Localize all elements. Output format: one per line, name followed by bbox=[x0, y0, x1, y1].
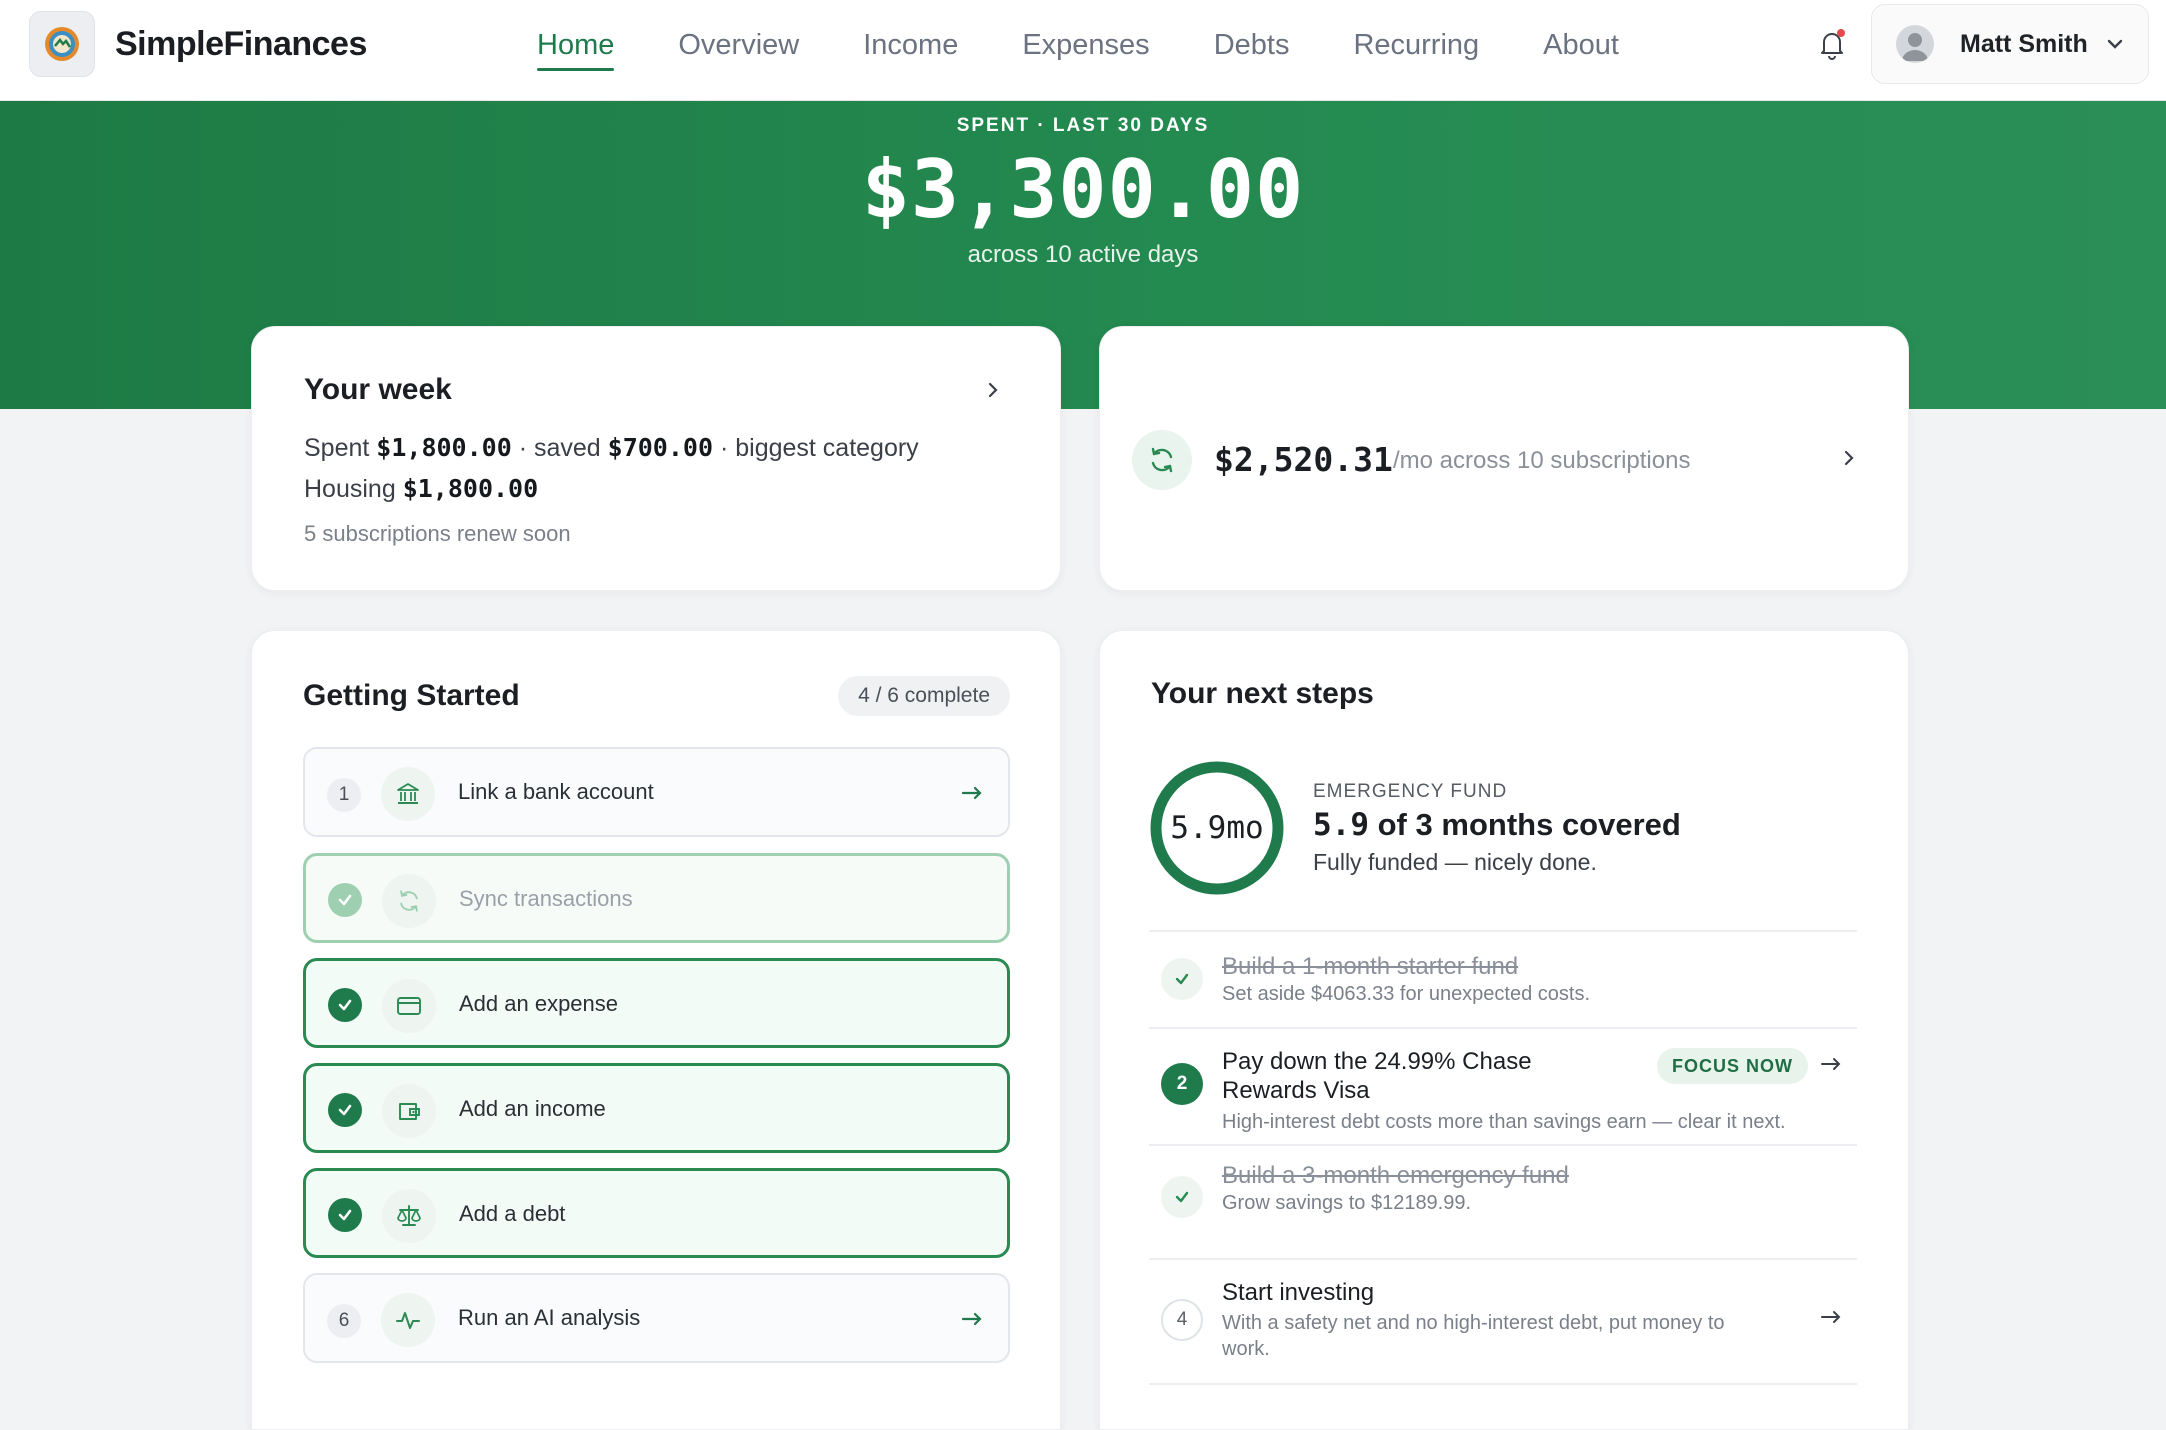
arrow-right-icon[interactable] bbox=[1819, 1052, 1843, 1081]
notification-bell-icon[interactable] bbox=[1812, 24, 1852, 64]
saved-amount: $700.00 bbox=[607, 433, 714, 462]
step-number: 4 bbox=[1161, 1299, 1203, 1341]
hero-amount: $3,300.00 bbox=[861, 143, 1305, 236]
arrow-right-icon bbox=[960, 1307, 984, 1336]
emergency-fund-ring: 5.9mo bbox=[1149, 760, 1285, 896]
step-label: Sync transactions bbox=[459, 886, 633, 911]
card-title: Your next steps bbox=[1151, 677, 1374, 710]
credit-card-icon bbox=[382, 979, 436, 1033]
chevron-right-icon[interactable] bbox=[1838, 447, 1860, 474]
focus-now-pill: FOCUS NOW bbox=[1657, 1048, 1808, 1084]
arrow-right-icon[interactable] bbox=[1819, 1305, 1843, 1334]
wallet-icon bbox=[382, 1084, 436, 1138]
avatar bbox=[1896, 25, 1934, 63]
card-title: Getting Started bbox=[303, 679, 520, 712]
covered-value: 5.9 bbox=[1313, 807, 1369, 843]
ring-label: 5.9mo bbox=[1170, 810, 1264, 846]
step-title: Start investing bbox=[1222, 1279, 1375, 1306]
step-title-line-1: Pay down the 24.99% Chase bbox=[1222, 1048, 1532, 1075]
step-title: Build a 3-month emergency fund bbox=[1222, 1162, 1569, 1189]
spent-amount: $1,800.00 bbox=[376, 433, 512, 462]
next-step-item[interactable]: Build a 3-month emergency fund Grow savi… bbox=[1149, 1144, 1857, 1258]
step-title-line-2: Rewards Visa bbox=[1222, 1077, 1370, 1104]
step-description: High-interest debt costs more than savin… bbox=[1222, 1111, 1786, 1133]
nav-about[interactable]: About bbox=[1543, 0, 1619, 101]
step-sync-transactions[interactable]: Sync transactions bbox=[303, 853, 1010, 943]
your-week-card[interactable]: Your week Spent $1,800.00 · saved $700.0… bbox=[251, 326, 1061, 591]
bank-icon bbox=[381, 767, 435, 821]
scale-icon bbox=[382, 1189, 436, 1243]
app-name: SimpleFinances bbox=[115, 24, 367, 63]
activity-icon bbox=[381, 1293, 435, 1347]
step-number: 2 bbox=[1161, 1063, 1203, 1105]
step-label: Run an AI analysis bbox=[458, 1305, 641, 1330]
user-name: Matt Smith bbox=[1960, 29, 2088, 58]
step-run-ai-analysis[interactable]: 6 Run an AI analysis bbox=[303, 1273, 1010, 1363]
step-description-line-2: work. bbox=[1222, 1338, 1270, 1360]
nav-overview[interactable]: Overview bbox=[678, 0, 799, 101]
progress-badge: 4 / 6 complete bbox=[838, 676, 1010, 716]
saved-prefix: · saved bbox=[518, 434, 601, 462]
getting-started-card: Getting Started 4 / 6 complete 1 Link a … bbox=[251, 630, 1061, 1430]
user-menu[interactable]: Matt Smith bbox=[1871, 4, 2149, 84]
step-description: Grow savings to $12189.99. bbox=[1222, 1192, 1472, 1214]
week-summary-line-1: Spent $1,800.00 · saved $700.00 · bigges… bbox=[304, 433, 919, 463]
check-icon bbox=[1161, 1176, 1203, 1218]
check-circle-icon bbox=[328, 1093, 362, 1127]
step-number: 6 bbox=[327, 1304, 361, 1338]
renewals-note: 5 subscriptions renew soon bbox=[304, 521, 571, 546]
sync-icon bbox=[382, 874, 436, 928]
next-steps-card: Your next steps 5.9mo EMERGENCY FUND 5.9… bbox=[1099, 630, 1909, 1430]
app-logo-icon bbox=[29, 11, 95, 77]
week-summary-line-2: Housing $1,800.00 bbox=[304, 474, 538, 504]
emergency-fund-subtitle: Fully funded — nicely done. bbox=[1313, 849, 1597, 875]
main-nav: Home Overview Income Expenses Debts Recu… bbox=[537, 0, 1683, 101]
step-add-expense[interactable]: Add an expense bbox=[303, 958, 1010, 1048]
step-link-bank-account[interactable]: 1 Link a bank account bbox=[303, 747, 1010, 837]
category-name: Housing bbox=[304, 475, 396, 503]
check-circle-icon bbox=[328, 883, 362, 917]
brand[interactable]: SimpleFinances bbox=[29, 11, 367, 77]
step-label: Add a debt bbox=[459, 1201, 566, 1226]
step-number: 1 bbox=[327, 778, 361, 812]
next-step-item[interactable]: 4 Start investing With a safety net and … bbox=[1149, 1258, 1857, 1385]
covered-suffix: months covered bbox=[1441, 807, 1681, 842]
check-circle-icon bbox=[328, 1198, 362, 1232]
nav-home[interactable]: Home bbox=[537, 0, 615, 101]
chevron-down-icon bbox=[2104, 33, 2126, 60]
refresh-icon bbox=[1132, 430, 1192, 490]
step-title: Build a 1-month starter fund bbox=[1222, 953, 1519, 980]
category-amount: $1,800.00 bbox=[402, 474, 539, 503]
step-label: Add an expense bbox=[459, 991, 619, 1016]
subscriptions-card[interactable]: $2,520.31 /mo across 10 subscriptions bbox=[1099, 326, 1909, 591]
arrow-right-icon bbox=[960, 781, 984, 810]
hero-subtitle: across 10 active days bbox=[967, 241, 1199, 268]
step-description-line-1: With a safety net and no high-interest d… bbox=[1222, 1312, 1725, 1334]
subscriptions-amount: $2,520.31 bbox=[1214, 440, 1393, 479]
step-add-income[interactable]: Add an income bbox=[303, 1063, 1010, 1153]
nav-recurring[interactable]: Recurring bbox=[1353, 0, 1479, 101]
covered-of: of bbox=[1377, 807, 1407, 842]
step-add-debt[interactable]: Add a debt bbox=[303, 1168, 1010, 1258]
emergency-fund-label: EMERGENCY FUND bbox=[1313, 781, 1508, 802]
card-title: Your week bbox=[304, 373, 452, 406]
nav-expenses[interactable]: Expenses bbox=[1022, 0, 1149, 101]
nav-debts[interactable]: Debts bbox=[1214, 0, 1290, 101]
next-step-item-focus[interactable]: 2 Pay down the 24.99% Chase Rewards Visa… bbox=[1149, 1027, 1857, 1144]
chevron-right-icon[interactable] bbox=[982, 379, 1004, 406]
covered-target: 3 bbox=[1415, 807, 1433, 842]
spent-prefix: Spent bbox=[304, 434, 370, 462]
step-label: Link a bank account bbox=[458, 779, 654, 804]
emergency-fund-headline: 5.9 of 3 months covered bbox=[1313, 807, 1681, 843]
top-navigation-bar: SimpleFinances Home Overview Income Expe… bbox=[0, 0, 2166, 101]
subscriptions-text: /mo across 10 subscriptions bbox=[1393, 447, 1691, 474]
hero-label: SPENT · LAST 30 DAYS bbox=[956, 115, 1210, 136]
step-label: Add an income bbox=[459, 1096, 606, 1121]
category-prefix: · biggest category bbox=[719, 434, 919, 462]
step-description: Set aside $4063.33 for unexpected costs. bbox=[1222, 983, 1591, 1005]
nav-income[interactable]: Income bbox=[863, 0, 958, 101]
check-icon bbox=[1161, 958, 1203, 1000]
check-circle-icon bbox=[328, 988, 362, 1022]
